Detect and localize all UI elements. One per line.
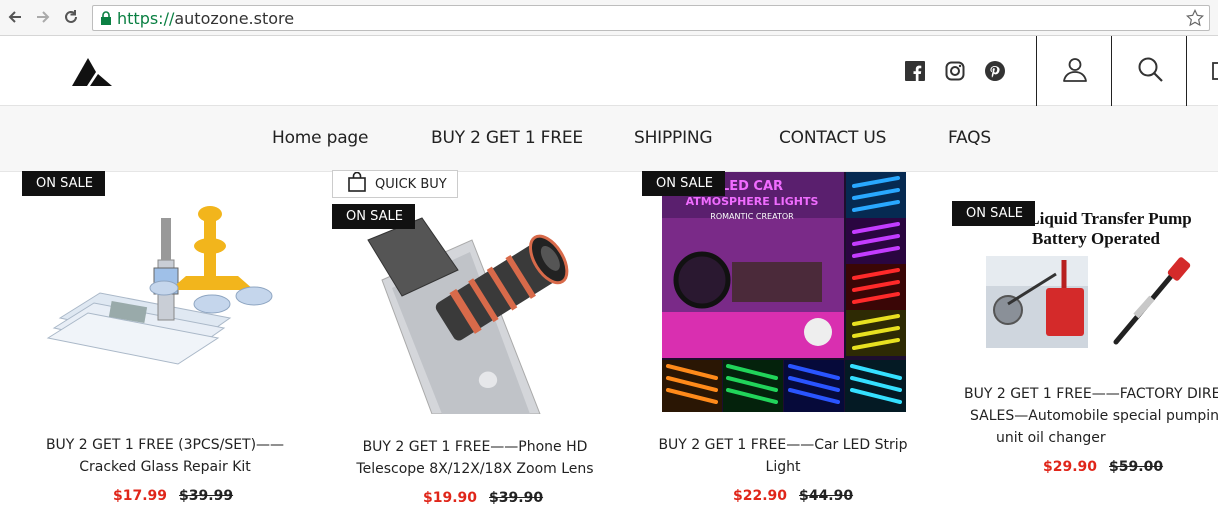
menu-item-shipping[interactable]: SHIPPING (634, 128, 713, 148)
product-title-line: BUY 2 GET 1 FREE——Phone HD (362, 439, 588, 455)
on-sale-badge: ON SALE (332, 204, 415, 229)
main-menu: Home page BUY 2 GET 1 FREE SHIPPING CONT… (0, 106, 1218, 172)
product-title-led-strip[interactable]: BUY 2 GET 1 FREE——Car LED Strip Light (648, 434, 918, 478)
product-title-line: BUY 2 GET 1 FREE——FACTORY DIRECT (964, 386, 1218, 402)
back-arrow-icon[interactable] (4, 6, 26, 28)
facebook-icon[interactable] (904, 60, 926, 82)
sale-price: $17.99 (113, 488, 168, 504)
quick-buy-label: QUICK BUY (375, 176, 447, 192)
url-text: https://autozone.store (117, 9, 294, 28)
product-title-line: Light (765, 459, 801, 475)
account-icon (1061, 55, 1089, 88)
product-title-line: BUY 2 GET 1 FREE——Car LED Strip (658, 437, 908, 453)
search-button[interactable] (1111, 36, 1187, 106)
menu-item-faqs[interactable]: FAQS (948, 128, 991, 148)
forward-arrow-icon[interactable] (32, 6, 54, 28)
on-sale-badge: ON SALE (642, 171, 725, 196)
sale-price: $29.90 (1043, 459, 1098, 475)
product-price: $19.90 $39.90 (423, 490, 543, 506)
search-icon (1136, 55, 1164, 88)
menu-item-contact[interactable]: CONTACT US (779, 128, 886, 148)
image-text-led-subtitle: ATMOSPHERE LIGHTS (686, 195, 819, 208)
product-title-line: unit oil changer (996, 430, 1106, 446)
reload-icon[interactable] (60, 6, 82, 28)
sale-price: $19.90 (423, 490, 478, 506)
pinterest-icon[interactable] (984, 60, 1006, 82)
product-image-glass-repair-kit[interactable] (40, 198, 290, 368)
compare-price: $44.90 (799, 488, 854, 504)
on-sale-badge: ON SALE (22, 171, 105, 196)
product-title-line: Cracked Glass Repair Kit (79, 459, 251, 475)
sale-price: $22.90 (733, 488, 788, 504)
compare-price: $39.99 (179, 488, 234, 504)
product-title-phone-telescope[interactable]: BUY 2 GET 1 FREE——Phone HD Telescope 8X/… (340, 436, 610, 480)
image-text-led-title: LED CAR (721, 179, 783, 194)
product-title-line: BUY 2 GET 1 FREE (3PCS/SET)—— (45, 437, 285, 453)
bookmark-star-icon[interactable] (1185, 8, 1205, 28)
browser-toolbar: https://autozone.store (0, 0, 1218, 36)
compare-price: $59.00 (1109, 459, 1164, 475)
product-price: $22.90 $44.90 (733, 488, 853, 504)
cart-button[interactable] (1186, 36, 1218, 106)
brand-logo[interactable] (70, 52, 114, 88)
cart-icon (1211, 55, 1218, 88)
product-title-line: Telescope 8X/12X/18X Zoom Lens (356, 461, 594, 477)
menu-item-home[interactable]: Home page (272, 128, 368, 148)
product-price: $17.99 $39.99 (113, 488, 233, 504)
product-title-transfer-pump[interactable]: BUY 2 GET 1 FREE——FACTORY DIRECT SALES—A… (958, 383, 1218, 449)
product-price: $29.90 $59.00 (1043, 459, 1163, 475)
shopping-bag-icon (347, 171, 367, 196)
image-text-led-tagline: ROMANTIC CREATOR (710, 212, 794, 221)
compare-price: $39.90 (489, 490, 544, 506)
quick-buy-button[interactable]: QUICK BUY (332, 170, 458, 198)
product-image-phone-telescope[interactable] (362, 200, 602, 414)
image-text-pump-title: Liquid Transfer Pump (1028, 209, 1191, 228)
product-title-glass-repair-kit[interactable]: BUY 2 GET 1 FREE (3PCS/SET)—— Cracked Gl… (40, 434, 290, 478)
address-bar[interactable]: https://autozone.store (92, 5, 1210, 31)
product-image-led-strip[interactable]: LED CAR ATMOSPHERE LIGHTS ROMANTIC CREAT… (662, 172, 906, 412)
instagram-icon[interactable] (944, 60, 966, 82)
image-text-pump-subtitle: Battery Operated (1032, 229, 1160, 248)
url-scheme: https:// (117, 8, 175, 28)
menu-item-buy2get1[interactable]: BUY 2 GET 1 FREE (431, 128, 583, 148)
account-button[interactable] (1036, 36, 1112, 106)
lock-icon (99, 10, 113, 26)
product-title-line: SALES—Automobile special pumping (970, 408, 1218, 424)
url-host: autozone.store (174, 8, 295, 28)
on-sale-badge: ON SALE (952, 201, 1035, 226)
site-header (0, 36, 1218, 106)
